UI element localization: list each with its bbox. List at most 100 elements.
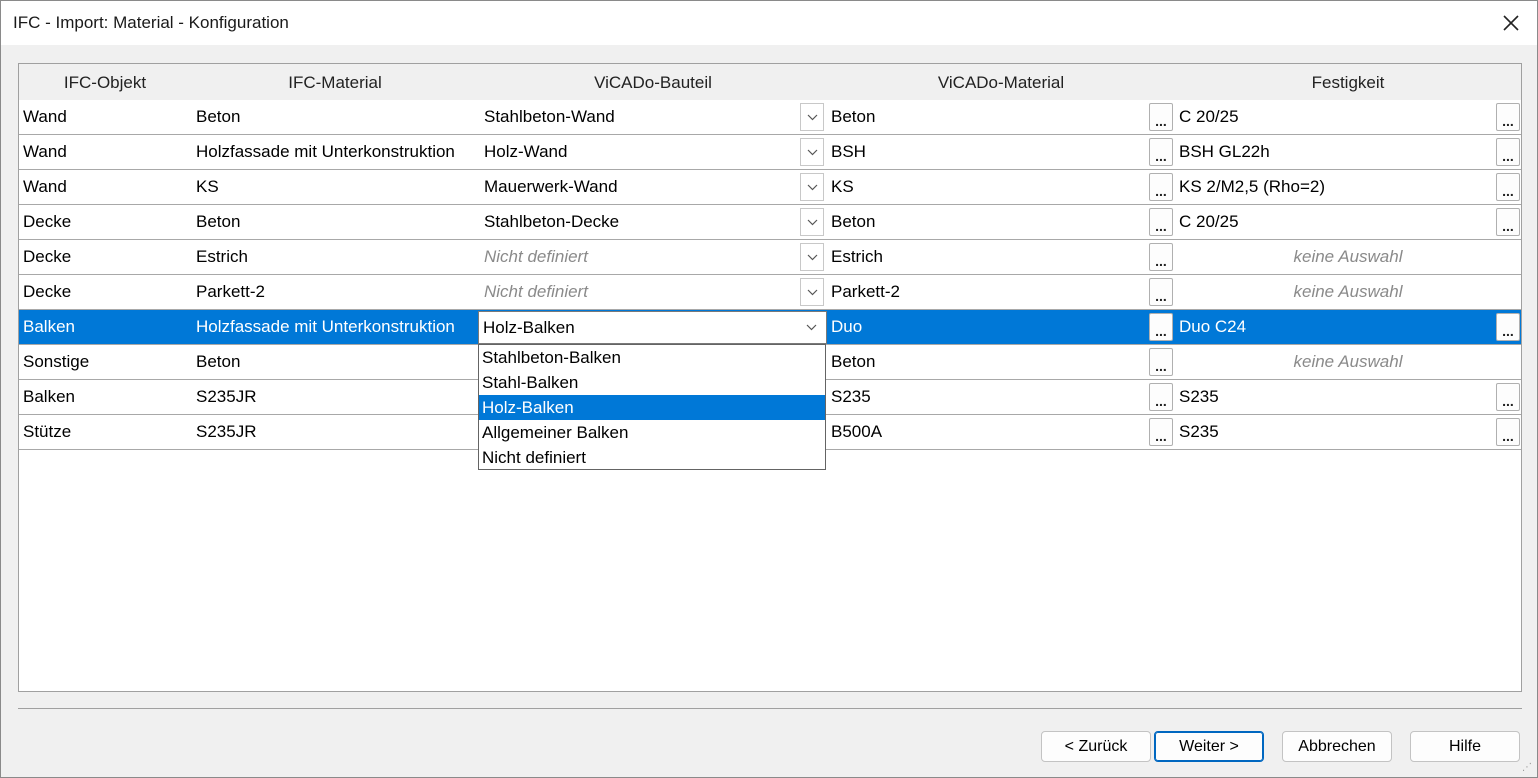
cell-ifc-material: Beton: [196, 212, 241, 231]
column-header-ifc-objekt[interactable]: IFC-Objekt: [19, 64, 191, 100]
festigkeit-select-button[interactable]: ...: [1496, 383, 1520, 411]
cell-vicado-material: S235: [831, 387, 871, 406]
cell-vicado-material: BSH: [831, 142, 866, 161]
cell-vicado-bauteil[interactable]: Stahlbeton-Wand: [484, 100, 794, 134]
festigkeit-select-button[interactable]: ...: [1496, 138, 1520, 166]
festigkeit-select-button[interactable]: ...: [1496, 313, 1520, 341]
cell-ifc-objekt: Wand: [23, 107, 67, 126]
column-header-festigkeit[interactable]: Festigkeit: [1175, 64, 1521, 100]
cell-vicado-material: Parkett-2: [831, 282, 900, 301]
chevron-down-icon[interactable]: [800, 314, 822, 341]
chevron-down-icon[interactable]: [800, 173, 824, 201]
chevron-down-icon[interactable]: [800, 208, 824, 236]
cell-ifc-objekt: Decke: [23, 212, 72, 231]
bauteil-dropdown-list[interactable]: Stahlbeton-Balken Stahl-Balken Holz-Balken…: [478, 344, 826, 470]
material-select-button[interactable]: ...: [1149, 278, 1173, 306]
dropdown-option[interactable]: Stahl-Balken: [479, 370, 825, 395]
cell-vicado-material: Beton: [831, 212, 876, 231]
bauteil-combobox[interactable]: Holz-Balken: [478, 311, 827, 344]
cell-ifc-objekt: Balken: [23, 387, 75, 406]
cell-ifc-material: Holzfassade mit Unterkonstruktion: [196, 142, 455, 161]
festigkeit-select-button[interactable]: ...: [1496, 103, 1520, 131]
cancel-button[interactable]: Abbrechen: [1282, 731, 1392, 762]
chevron-down-icon[interactable]: [800, 278, 824, 306]
cell-vicado-bauteil[interactable]: Stahlbeton-Decke: [484, 205, 794, 239]
table-row[interactable]: Balken Holzfassade mit Unterkonstruktion H…: [19, 310, 1521, 345]
cell-vicado-bauteil[interactable]: Nicht definiert: [484, 275, 794, 309]
divider: [18, 708, 1522, 709]
combobox-value: Holz-Balken: [483, 318, 575, 337]
cell-ifc-material: Estrich: [196, 247, 248, 266]
cell-ifc-objekt: Wand: [23, 142, 67, 161]
cell-ifc-objekt: Stütze: [23, 422, 72, 441]
cell-vicado-material: Estrich: [831, 247, 883, 266]
cell-vicado-material: Duo: [831, 317, 863, 336]
cell-vicado-material: Beton: [831, 107, 876, 126]
cell-vicado-bauteil[interactable]: Mauerwerk-Wand: [484, 170, 794, 204]
material-select-button[interactable]: ...: [1149, 418, 1173, 446]
dropdown-option[interactable]: Holz-Balken: [479, 395, 825, 420]
material-select-button[interactable]: ...: [1149, 243, 1173, 271]
cell-ifc-objekt: Sonstige: [23, 352, 90, 371]
material-select-button[interactable]: ...: [1149, 313, 1173, 341]
cell-vicado-bauteil[interactable]: Nicht definiert: [484, 240, 794, 274]
column-header-vicado-bauteil[interactable]: ViCADo-Bauteil: [479, 64, 827, 100]
cell-ifc-material: Beton: [196, 107, 241, 126]
cell-ifc-material: S235JR: [196, 422, 257, 441]
dropdown-option[interactable]: Nicht definiert: [479, 445, 825, 470]
next-button[interactable]: Weiter >: [1154, 731, 1264, 762]
help-button[interactable]: Hilfe: [1410, 731, 1520, 762]
festigkeit-select-button[interactable]: ...: [1496, 208, 1520, 236]
festigkeit-select-button[interactable]: ...: [1496, 418, 1520, 446]
material-select-button[interactable]: ...: [1149, 103, 1173, 131]
table-row[interactable]: Decke Parkett-2 Nicht definiert Parkett-2..…: [19, 275, 1521, 310]
material-select-button[interactable]: ...: [1149, 173, 1173, 201]
cell-ifc-objekt: Wand: [23, 177, 67, 196]
cell-ifc-material: Beton: [196, 352, 241, 371]
table-row[interactable]: Decke Beton Stahlbeton-Decke Beton... C 20/2…: [19, 205, 1521, 240]
cell-festigkeit: S235: [1179, 422, 1219, 441]
close-button[interactable]: [1497, 9, 1525, 37]
cell-ifc-objekt: Decke: [23, 282, 72, 301]
chevron-down-icon[interactable]: [800, 103, 824, 131]
cell-festigkeit: C 20/25: [1179, 107, 1239, 126]
cell-ifc-material: KS: [196, 177, 219, 196]
cell-festigkeit: keine Auswahl: [1293, 247, 1403, 266]
table-row[interactable]: Wand KS Mauerwerk-Wand KS... KS 2/M2,5 (Rho=…: [19, 170, 1521, 205]
cell-vicado-material: Beton: [831, 352, 876, 371]
cell-festigkeit: Duo C24: [1179, 317, 1247, 336]
dropdown-option[interactable]: Stahlbeton-Balken: [479, 345, 825, 370]
material-select-button[interactable]: ...: [1149, 208, 1173, 236]
title-bar: IFC - Import: Material - Konfiguration: [1, 1, 1537, 45]
dropdown-option[interactable]: Allgemeiner Balken: [479, 420, 825, 445]
cell-ifc-objekt: Decke: [23, 247, 72, 266]
cell-festigkeit: keine Auswahl: [1293, 352, 1403, 371]
cell-ifc-material: S235JR: [196, 387, 257, 406]
resize-grip-icon[interactable]: ⋰: [1522, 762, 1534, 774]
material-select-button[interactable]: ...: [1149, 383, 1173, 411]
cell-festigkeit: C 20/25: [1179, 212, 1239, 231]
dialog-window: IFC - Import: Material - Konfiguration I…: [0, 0, 1538, 778]
close-icon: [1503, 15, 1519, 31]
material-select-button[interactable]: ...: [1149, 348, 1173, 376]
back-button[interactable]: < Zurück: [1041, 731, 1151, 762]
cell-vicado-bauteil[interactable]: Holz-Wand: [484, 135, 794, 169]
material-select-button[interactable]: ...: [1149, 138, 1173, 166]
table-row[interactable]: Wand Beton Stahlbeton-Wand Beton... C 20/25.…: [19, 100, 1521, 135]
cell-ifc-material: Holzfassade mit Unterkonstruktion: [196, 317, 455, 336]
table-row[interactable]: Decke Estrich Nicht definiert Estrich... kei…: [19, 240, 1521, 275]
chevron-down-icon[interactable]: [800, 243, 824, 271]
table-row[interactable]: Wand Holzfassade mit Unterkonstruktion Hol…: [19, 135, 1521, 170]
cell-festigkeit: keine Auswahl: [1293, 282, 1403, 301]
cell-festigkeit: KS 2/M2,5 (Rho=2): [1179, 177, 1325, 196]
cell-festigkeit: S235: [1179, 387, 1219, 406]
festigkeit-select-button[interactable]: ...: [1496, 173, 1520, 201]
column-header-ifc-material[interactable]: IFC-Material: [191, 64, 479, 100]
cell-vicado-material: KS: [831, 177, 854, 196]
window-title: IFC - Import: Material - Konfiguration: [13, 13, 289, 32]
chevron-down-icon[interactable]: [800, 138, 824, 166]
column-header-vicado-material[interactable]: ViCADo-Material: [827, 64, 1175, 100]
cell-festigkeit: BSH GL22h: [1179, 142, 1270, 161]
cell-ifc-material: Parkett-2: [196, 282, 265, 301]
grid-header: IFC-Objekt IFC-Material ViCADo-Bauteil V…: [19, 64, 1521, 100]
